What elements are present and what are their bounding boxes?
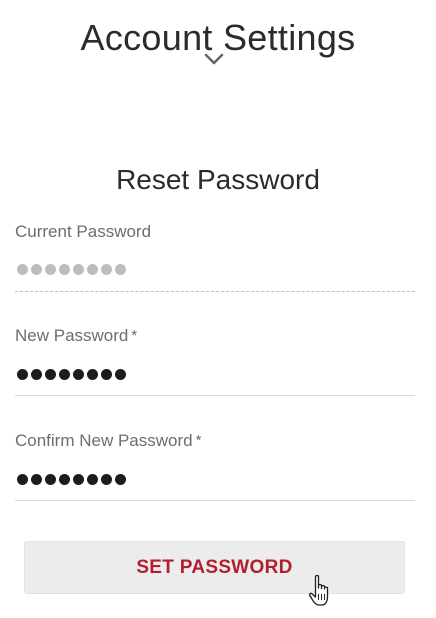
mask-dot — [115, 474, 126, 485]
mask-dot — [59, 264, 70, 275]
chevron-down-icon[interactable] — [204, 52, 224, 66]
set-password-button[interactable]: SET PASSWORD — [24, 541, 405, 594]
current-password-value — [17, 264, 126, 275]
mask-dot — [59, 369, 70, 380]
mask-dot — [17, 474, 28, 485]
mask-dot — [101, 264, 112, 275]
required-mark: * — [131, 327, 138, 344]
new-password-label: New Password * — [15, 326, 138, 345]
mask-dot — [101, 474, 112, 485]
hand-pointer-icon — [308, 574, 329, 606]
section-title: Reset Password — [116, 164, 320, 195]
confirm-password-underline — [15, 500, 415, 501]
new-password-underline — [15, 395, 415, 396]
mask-dot — [45, 264, 56, 275]
mask-dot — [87, 264, 98, 275]
mask-dot — [17, 264, 28, 275]
mask-dot — [87, 474, 98, 485]
new-password-field[interactable]: New Password * — [15, 325, 415, 397]
mask-dot — [115, 369, 126, 380]
mask-dot — [31, 474, 42, 485]
mask-dot — [31, 264, 42, 275]
new-password-value[interactable] — [17, 369, 126, 380]
mask-dot — [73, 264, 84, 275]
mask-dot — [45, 369, 56, 380]
confirm-password-label: Confirm New Password * — [15, 431, 202, 450]
mask-dot — [59, 474, 70, 485]
current-password-field: Current Password — [15, 221, 415, 293]
mask-dot — [115, 264, 126, 275]
required-mark: * — [195, 432, 202, 449]
mask-dot — [87, 369, 98, 380]
current-password-label: Current Password — [15, 222, 152, 241]
mask-dot — [73, 369, 84, 380]
mask-dot — [17, 369, 28, 380]
confirm-password-field[interactable]: Confirm New Password * — [15, 430, 415, 502]
mask-dot — [101, 369, 112, 380]
current-password-underline — [15, 291, 415, 292]
mask-dot — [73, 474, 84, 485]
mask-dot — [31, 369, 42, 380]
confirm-password-value[interactable] — [17, 474, 126, 485]
mask-dot — [45, 474, 56, 485]
